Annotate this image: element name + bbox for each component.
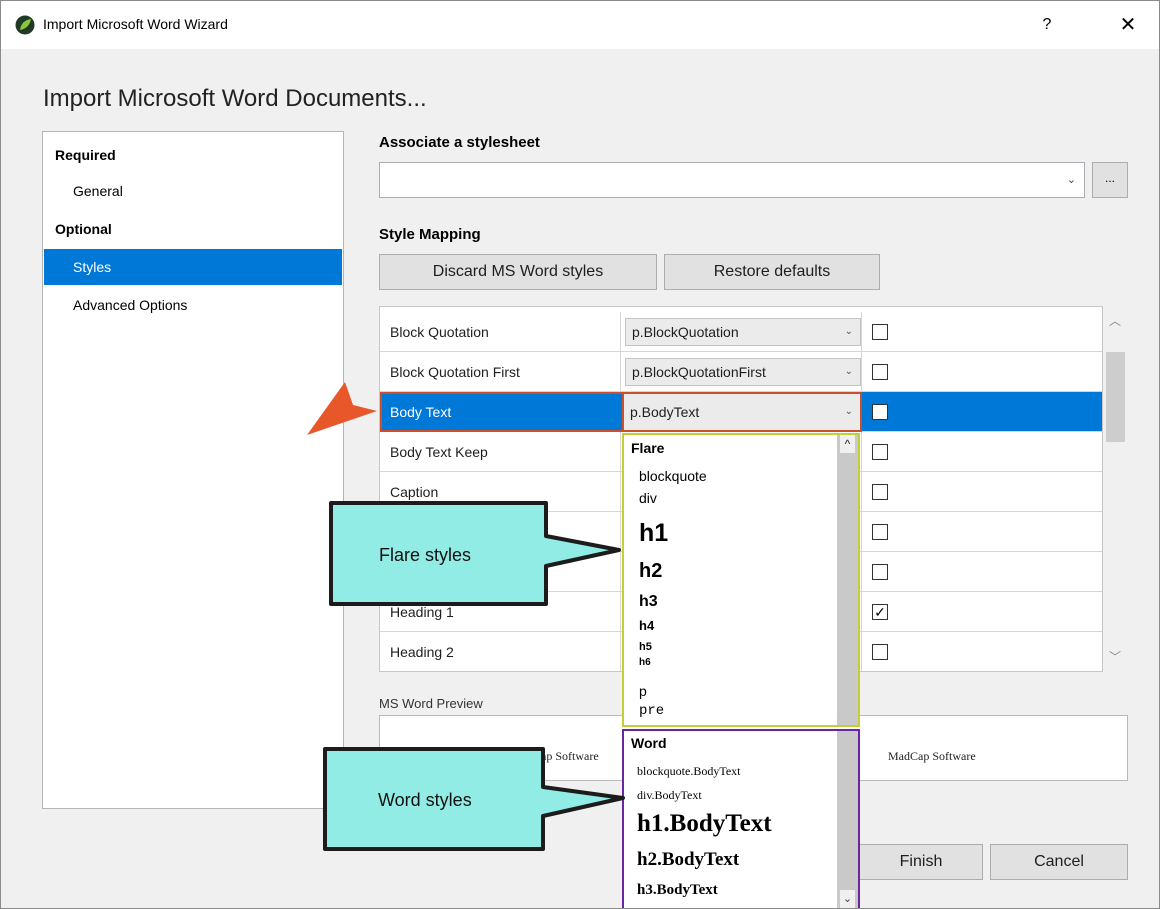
row-highlight-outline <box>380 392 622 432</box>
chevron-down-icon: ⌄ <box>1066 174 1076 186</box>
nav-item-general[interactable]: General <box>44 173 342 209</box>
flare-style-combo[interactable]: p.BlockQuotationFirst ⌄ <box>625 358 861 386</box>
column-divider <box>620 312 621 352</box>
scrollbar-thumb[interactable] <box>1106 352 1125 442</box>
flare-style-combo[interactable]: p.BlockQuotation ⌄ <box>625 318 861 346</box>
flare-style-value: p.BlockQuotationFirst <box>632 364 766 380</box>
nav-group-optional: Optional <box>55 221 112 237</box>
flare-style-value: p.BlockQuotation <box>632 324 739 340</box>
word-styles-dropdown: ⌄ Word blockquote.BodyText div.BodyText … <box>622 729 860 908</box>
grid-row[interactable]: Block Quotation First p.BlockQuotationFi… <box>380 352 1102 392</box>
dropdown-header: Word <box>631 735 667 751</box>
column-divider <box>861 592 862 632</box>
word-styles-callout-text: Word styles <box>378 790 472 810</box>
preview-text-right: MadCap Software <box>888 749 976 763</box>
dropdown-scrollbar[interactable]: ⌄ <box>837 731 858 908</box>
flare-style-option[interactable]: h1 <box>639 519 668 548</box>
title-bar: Import Microsoft Word Wizard ? ✕ <box>1 1 1159 49</box>
wizard-nav: Required General Optional Styles Advance… <box>42 131 344 809</box>
flare-style-option[interactable]: blockquote <box>639 468 707 484</box>
discard-word-styles-button[interactable]: Discard MS Word styles <box>379 254 657 290</box>
word-style-name: Body Text Keep <box>390 444 488 460</box>
flare-styles-callout-text: Flare styles <box>379 545 472 565</box>
row-checkbox[interactable] <box>872 444 888 460</box>
word-style-option[interactable]: blockquote.BodyText <box>637 764 740 779</box>
column-divider <box>620 472 621 512</box>
column-divider <box>861 472 862 512</box>
word-style-name: Heading 2 <box>390 644 454 660</box>
word-style-option[interactable]: div.BodyText <box>637 788 702 803</box>
preview-label: MS Word Preview <box>379 696 483 711</box>
stylesheet-label: Associate a stylesheet <box>379 134 540 151</box>
row-checkbox[interactable] <box>872 324 888 340</box>
row-checkbox-checked[interactable]: ✓ <box>872 604 888 620</box>
page-title: Import Microsoft Word Documents... <box>43 85 427 112</box>
flare-styles-dropdown: ^ Flare blockquote div h1 h2 h3 h4 h5 h6… <box>622 433 860 727</box>
chevron-down-icon: ⌄ <box>844 326 853 337</box>
flare-style-option[interactable]: h6 <box>639 657 651 668</box>
row-checkbox[interactable] <box>872 404 888 420</box>
row-checkbox[interactable] <box>872 564 888 580</box>
word-style-name: Caption <box>390 484 439 500</box>
flare-style-option[interactable]: div <box>639 490 657 506</box>
cancel-button[interactable]: Cancel <box>990 844 1128 880</box>
grid-row[interactable]: Block Quotation p.BlockQuotation ⌄ <box>380 312 1102 352</box>
column-divider <box>861 512 862 552</box>
word-style-name: Block Quotation <box>390 324 489 340</box>
column-divider <box>861 552 862 592</box>
word-style-name: Block Quotation First <box>390 364 520 380</box>
word-style-name: Heading 1 <box>390 604 454 620</box>
help-button[interactable]: ? <box>1034 11 1060 39</box>
style-mapping-label: Style Mapping <box>379 226 481 243</box>
row-checkbox[interactable] <box>872 524 888 540</box>
word-style-option[interactable]: h2.BodyText <box>637 849 739 871</box>
restore-defaults-button[interactable]: Restore defaults <box>664 254 880 290</box>
flare-style-option[interactable]: h4 <box>639 618 654 633</box>
grid-row-selected[interactable]: Body Text p.BodyText ⌄ <box>380 392 1102 432</box>
column-divider <box>620 632 621 671</box>
column-divider <box>620 432 621 472</box>
flare-style-option[interactable]: h5 <box>639 641 652 653</box>
chevron-down-icon: ⌄ <box>844 366 853 377</box>
nav-item-advanced-options[interactable]: Advanced Options <box>44 287 342 323</box>
preview-text-left: ap Software <box>541 749 599 763</box>
app-logo-icon <box>15 15 35 35</box>
flare-style-option[interactable]: h3 <box>639 593 658 611</box>
nav-group-required: Required <box>55 147 116 163</box>
flare-style-value: p.BodyText <box>630 404 700 420</box>
row-checkbox[interactable] <box>872 644 888 660</box>
nav-item-styles[interactable]: Styles <box>44 249 342 285</box>
chevron-down-icon: ⌄ <box>844 406 853 417</box>
import-word-wizard-window: Import Microsoft Word Wizard ? ✕ Import … <box>0 0 1160 909</box>
chevron-up-icon[interactable]: ︿ <box>1109 312 1121 329</box>
dropdown-header: Flare <box>631 440 665 456</box>
row-checkbox[interactable] <box>872 484 888 500</box>
dropdown-scrollbar[interactable]: ^ <box>837 435 858 725</box>
column-divider <box>620 552 621 592</box>
chevron-down-icon[interactable]: ⌄ <box>840 890 855 908</box>
flare-style-option[interactable]: pre <box>639 703 664 719</box>
chevron-up-icon[interactable]: ^ <box>840 435 855 453</box>
column-divider <box>861 432 862 472</box>
window-title: Import Microsoft Word Wizard <box>43 16 228 32</box>
column-divider <box>620 352 621 392</box>
chevron-down-icon[interactable]: ﹀ <box>1109 648 1121 665</box>
column-divider <box>620 592 621 632</box>
column-divider <box>861 632 862 671</box>
browse-button[interactable]: ... <box>1092 162 1128 198</box>
grid-scrollbar[interactable]: ︿ ﹀ <box>1104 306 1127 672</box>
column-divider <box>861 312 862 352</box>
column-divider <box>620 512 621 552</box>
finish-button[interactable]: Finish <box>859 844 983 880</box>
word-style-option[interactable]: h1.BodyText <box>637 810 772 838</box>
close-button[interactable]: ✕ <box>1113 11 1143 39</box>
column-divider <box>861 352 862 392</box>
row-checkbox[interactable] <box>872 364 888 380</box>
flare-style-option[interactable]: h2 <box>639 560 662 583</box>
flare-style-option[interactable]: p <box>639 683 647 699</box>
stylesheet-combo[interactable]: ⌄ <box>379 162 1085 198</box>
flare-style-combo-open[interactable]: p.BodyText ⌄ <box>622 392 862 432</box>
word-style-option[interactable]: h3.BodyText <box>637 882 718 899</box>
